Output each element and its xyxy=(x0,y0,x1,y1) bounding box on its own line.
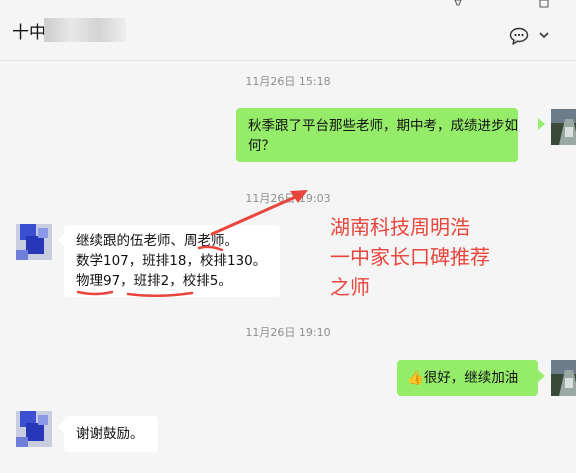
underline-mark xyxy=(197,245,224,252)
arrow-head xyxy=(290,190,308,203)
underline-mark xyxy=(126,291,194,298)
annotation-arrow xyxy=(210,193,302,236)
annotation-marks xyxy=(76,190,308,298)
underline-mark xyxy=(76,290,114,296)
